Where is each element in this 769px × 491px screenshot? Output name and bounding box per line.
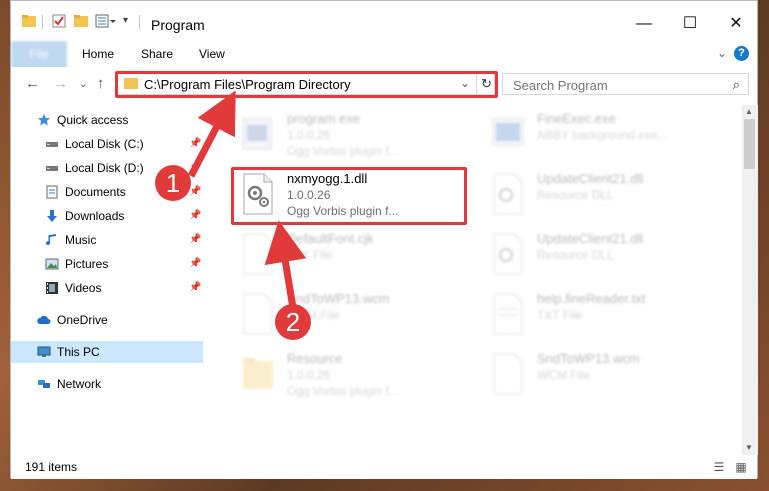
folder-icon[interactable] [21,13,37,29]
pin-icon[interactable]: 📌 [189,157,201,179]
list-item[interactable]: UpdateClient21.dll Resource DLL [487,167,737,223]
drive-icon [46,166,58,171]
large-icons-view-icon[interactable]: ▦ [733,459,749,475]
minimize-button[interactable]: — [621,9,667,39]
dll-gear-icon [493,173,523,215]
cloud-icon [37,315,51,324]
address-highlight-box [115,71,498,98]
help-icon[interactable]: ? [734,46,749,61]
list-item[interactable]: DefaultFont.cjk CJK File [237,227,487,283]
scroll-down-icon[interactable]: ▼ [745,443,753,452]
pin-icon[interactable]: 📌 [189,133,201,155]
expand-ribbon-icon[interactable]: ⌄ [717,46,727,60]
customize-toolbar-icon[interactable]: ▾ [123,15,128,31]
new-folder-icon[interactable] [73,13,89,29]
file-icon [493,353,523,395]
documents-icon [46,185,58,199]
step-badge-1: 1 [155,165,191,201]
back-arrow-icon[interactable]: ← [25,75,40,92]
sidebar-item-network[interactable]: Network [11,373,203,395]
details-view-icon[interactable]: ☰ [711,459,727,475]
title-bar: ▾ Program — ☐ ✕ [11,1,757,39]
folder-icon [243,358,273,389]
properties-icon[interactable] [51,13,67,29]
sidebar-item-downloads[interactable]: Downloads 📌 [11,205,203,227]
maximize-button[interactable]: ☐ [667,9,713,39]
computer-icon [37,346,51,357]
explorer-window: ▾ Program — ☐ ✕ File Home Share View ⌄ ?… [10,0,758,479]
tab-share[interactable]: Share [141,41,173,67]
download-icon [47,210,57,222]
tab-view[interactable]: View [199,41,225,67]
network-icon [38,380,50,388]
file-icon [243,293,273,335]
tab-home[interactable]: Home [82,41,114,67]
dll-gear-icon [493,233,523,275]
pin-icon[interactable]: 📌 [189,253,201,275]
forward-arrow-icon[interactable]: → [53,75,68,92]
dll-highlight-box [231,167,467,225]
sidebar-item-onedrive[interactable]: OneDrive [11,309,203,331]
ribbon: File Home Share View ⌄ ? [11,41,757,97]
up-arrow-icon[interactable]: ↑ [97,75,105,92]
search-input[interactable] [511,75,725,95]
search-box[interactable]: ⌕ [502,73,749,95]
sidebar-item-local-disk-c[interactable]: Local Disk (C:) 📌 [11,133,203,155]
list-item[interactable]: SndToWP13.wcm WCM File [237,287,487,343]
drive-icon [46,142,58,147]
step-badge-2: 2 [275,304,311,340]
list-item[interactable]: Resource 1.0.0.26 Ogg Vorbis plugin f... [237,347,487,403]
divider [42,15,43,29]
view-menu-icon[interactable] [95,13,117,29]
file-list: program.exe 1.0.0.26 Ogg Vorbis plugin f… [219,105,743,455]
pin-icon[interactable]: 📌 [189,205,201,227]
pin-icon[interactable]: 📌 [189,277,201,299]
file-icon [243,233,273,275]
exe-file-icon [492,118,524,146]
scroll-thumb[interactable] [744,119,755,169]
scroll-up-icon[interactable]: ▲ [745,107,753,116]
navigation-pane: Quick access Local Disk (C:) 📌 Local Dis… [11,105,203,455]
videos-icon [46,282,58,294]
sidebar-item-music[interactable]: Music 📌 [11,229,203,251]
vertical-scrollbar[interactable]: ▲ ▼ [742,105,758,455]
music-icon [46,234,56,246]
list-item[interactable]: FineExec.exe ABBY background exe... [487,107,737,163]
star-icon [38,114,50,126]
window-title: Program [151,17,205,33]
pictures-icon [45,258,59,270]
divider [139,15,140,29]
list-item[interactable]: program.exe 1.0.0.26 Ogg Vorbis plugin f… [237,107,487,163]
sidebar-item-videos[interactable]: Videos 📌 [11,277,203,299]
recent-locations-icon[interactable]: ⌄ [79,79,87,90]
item-count: 191 items [25,460,78,474]
list-item[interactable]: SndToWP13.wcm WCM File [487,347,737,403]
sidebar-item-pictures[interactable]: Pictures 📌 [11,253,203,275]
exe-file-icon [242,118,272,150]
status-bar: 191 items ☰ ▦ [11,455,757,479]
search-icon[interactable]: ⌕ [733,77,740,93]
list-item[interactable]: UpdateClient21.dll Resource DLL [487,227,737,283]
list-item[interactable]: help.fineReader.txt TXT File [487,287,737,343]
pin-icon[interactable]: 📌 [189,229,201,251]
sidebar-item-this-pc[interactable]: This PC [11,341,203,363]
close-button[interactable]: ✕ [713,9,759,39]
text-file-icon [493,293,523,335]
sidebar-item-quick-access[interactable]: Quick access [11,109,203,131]
